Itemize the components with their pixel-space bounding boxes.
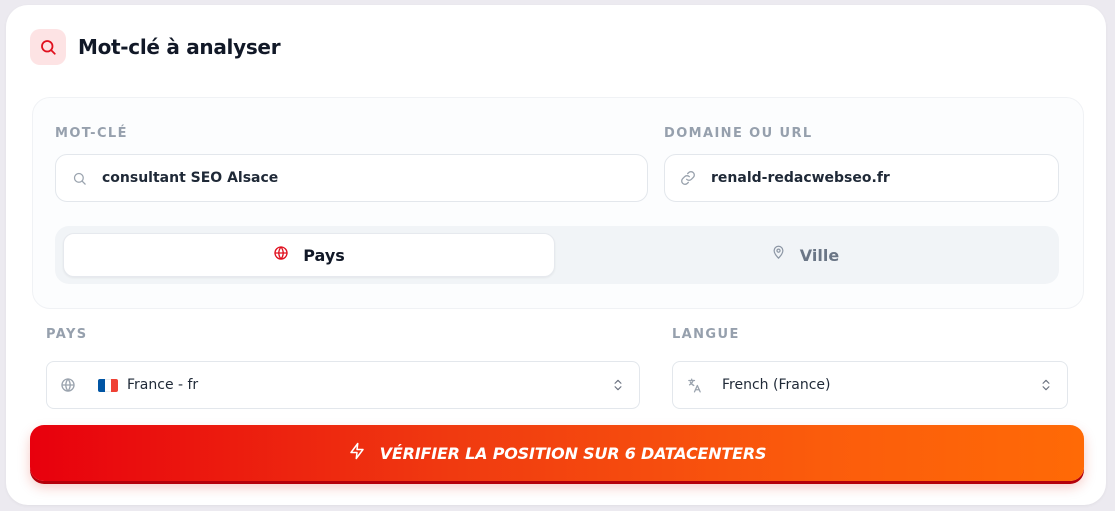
chevron-updown-icon	[1039, 377, 1053, 398]
france-flag-icon	[98, 378, 118, 392]
language-label: LANGUE	[672, 327, 740, 342]
lightning-icon	[348, 442, 366, 465]
map-pin-icon	[771, 245, 786, 265]
keyword-input[interactable]: consultant SEO Alsace	[55, 154, 648, 202]
globe-icon	[60, 377, 76, 393]
language-select[interactable]: French (France)	[672, 361, 1068, 409]
domain-value: renald-redacwebseo.fr	[711, 170, 890, 186]
keyword-value: consultant SEO Alsace	[102, 170, 279, 186]
link-icon	[679, 169, 697, 187]
check-position-button[interactable]: VÉRIFIER LA POSITION SUR 6 DATACENTERS	[30, 425, 1084, 481]
translate-icon	[686, 377, 703, 394]
globe-icon	[273, 245, 289, 266]
location-type-toggle: Pays Ville	[55, 226, 1059, 284]
keyword-domain-panel: MOT-CLÉ DOMAINE OU URL consultant SEO Al…	[32, 97, 1084, 309]
toggle-city[interactable]: Ville	[557, 233, 1053, 277]
domain-label: DOMAINE OU URL	[664, 126, 813, 141]
search-icon	[30, 29, 66, 65]
country-select[interactable]: France - fr	[46, 361, 640, 409]
keyword-analysis-card: Mot-clé à analyser MOT-CLÉ DOMAINE OU UR…	[6, 5, 1106, 505]
card-title: Mot-clé à analyser	[78, 35, 281, 59]
keyword-label: MOT-CLÉ	[55, 126, 128, 141]
toggle-city-label: Ville	[799, 245, 840, 265]
toggle-country-label: Pays	[303, 245, 345, 265]
check-position-button-label: VÉRIFIER LA POSITION SUR 6 DATACENTERS	[379, 443, 767, 463]
toggle-country[interactable]: Pays	[63, 233, 555, 277]
language-value: French (France)	[722, 377, 831, 393]
country-value: France - fr	[127, 377, 199, 393]
domain-input[interactable]: renald-redacwebseo.fr	[664, 154, 1059, 202]
chevron-updown-icon	[611, 377, 625, 398]
search-icon	[70, 169, 88, 187]
country-label: PAYS	[46, 327, 88, 342]
